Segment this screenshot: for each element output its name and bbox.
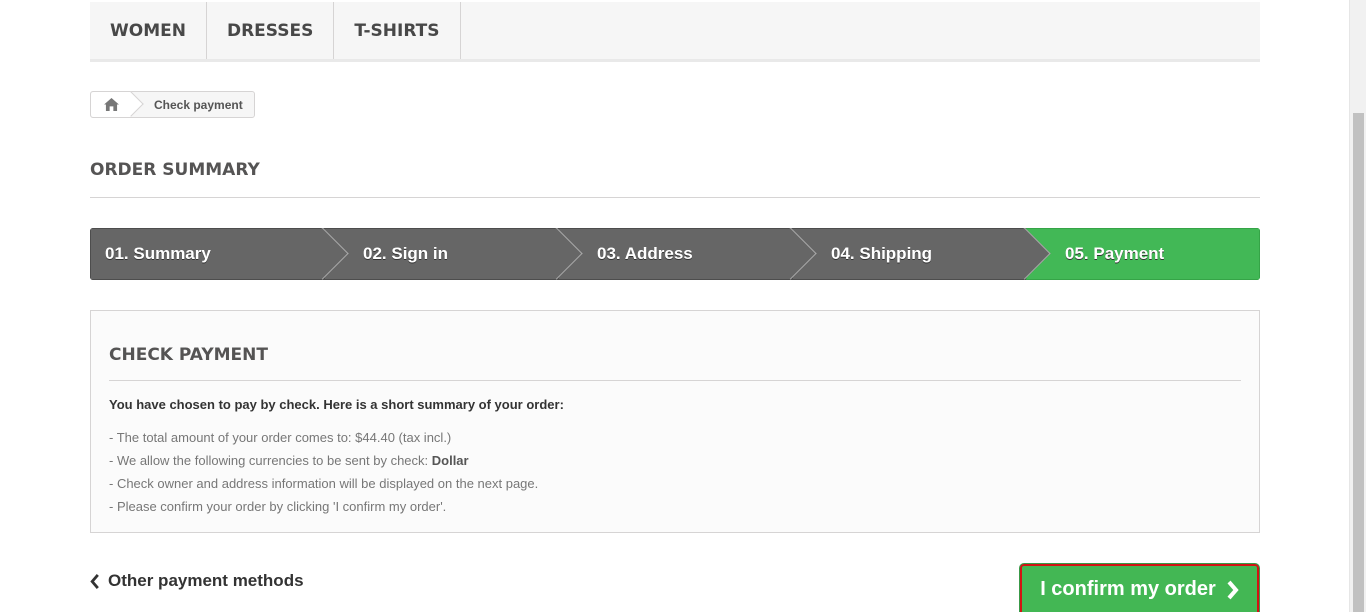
breadcrumb-home-link[interactable] — [91, 92, 131, 117]
step-label: 01. Summary — [105, 244, 211, 263]
step-payment: 05. Payment — [1026, 228, 1260, 280]
menu-item-tshirts[interactable]: T-SHIRTS — [334, 2, 461, 59]
currency-line-text: - We allow the following currencies to b… — [109, 453, 432, 468]
vertical-scrollbar[interactable] — [1349, 0, 1366, 612]
step-label: 02. Sign in — [363, 244, 449, 263]
step-shipping[interactable]: 04. Shipping — [792, 228, 1026, 280]
step-address[interactable]: 03. Address — [558, 228, 792, 280]
order-total-line: - The total amount of your order comes t… — [109, 430, 452, 445]
other-payment-methods-link[interactable]: Other payment methods — [90, 571, 304, 591]
step-summary[interactable]: 01. Summary — [90, 228, 324, 280]
currency-name: Dollar — [431, 453, 469, 468]
confirm-order-button[interactable]: I confirm my order — [1019, 563, 1260, 612]
scrollbar-thumb[interactable] — [1353, 113, 1364, 612]
menu-item-women[interactable]: WOMEN — [90, 2, 207, 59]
confirm-instruction-line: - Please confirm your order by clicking … — [109, 499, 447, 514]
page-title: ORDER SUMMARY — [90, 160, 1260, 198]
step-label: 03. Address — [597, 244, 693, 263]
top-menu: WOMEN DRESSES T-SHIRTS — [90, 2, 1260, 62]
home-icon — [103, 98, 119, 111]
confirm-order-label: I confirm my order — [1040, 578, 1216, 600]
step-label: 04. Shipping — [831, 244, 933, 263]
check-payment-title: CHECK PAYMENT — [109, 345, 1241, 381]
order-steps: 01. Summary 02. Sign in 03. Address 04. … — [90, 228, 1260, 280]
breadcrumb-current: Check payment — [154, 97, 243, 112]
owner-info-line: - Check owner and address information wi… — [109, 476, 539, 491]
other-payment-methods-label: Other payment methods — [108, 571, 304, 590]
payment-intro: You have chosen to pay by check. Here is… — [109, 397, 564, 412]
breadcrumb: Check payment — [90, 91, 255, 118]
check-payment-box: CHECK PAYMENT You have chosen to pay by … — [90, 310, 1260, 533]
menu-item-dresses[interactable]: DRESSES — [207, 2, 335, 59]
step-sign-in[interactable]: 02. Sign in — [324, 228, 558, 280]
currency-line: - We allow the following currencies to b… — [109, 449, 1241, 472]
chevron-right-icon — [1226, 580, 1239, 600]
step-label: 05. Payment — [1065, 244, 1165, 263]
chevron-left-icon — [90, 573, 100, 589]
